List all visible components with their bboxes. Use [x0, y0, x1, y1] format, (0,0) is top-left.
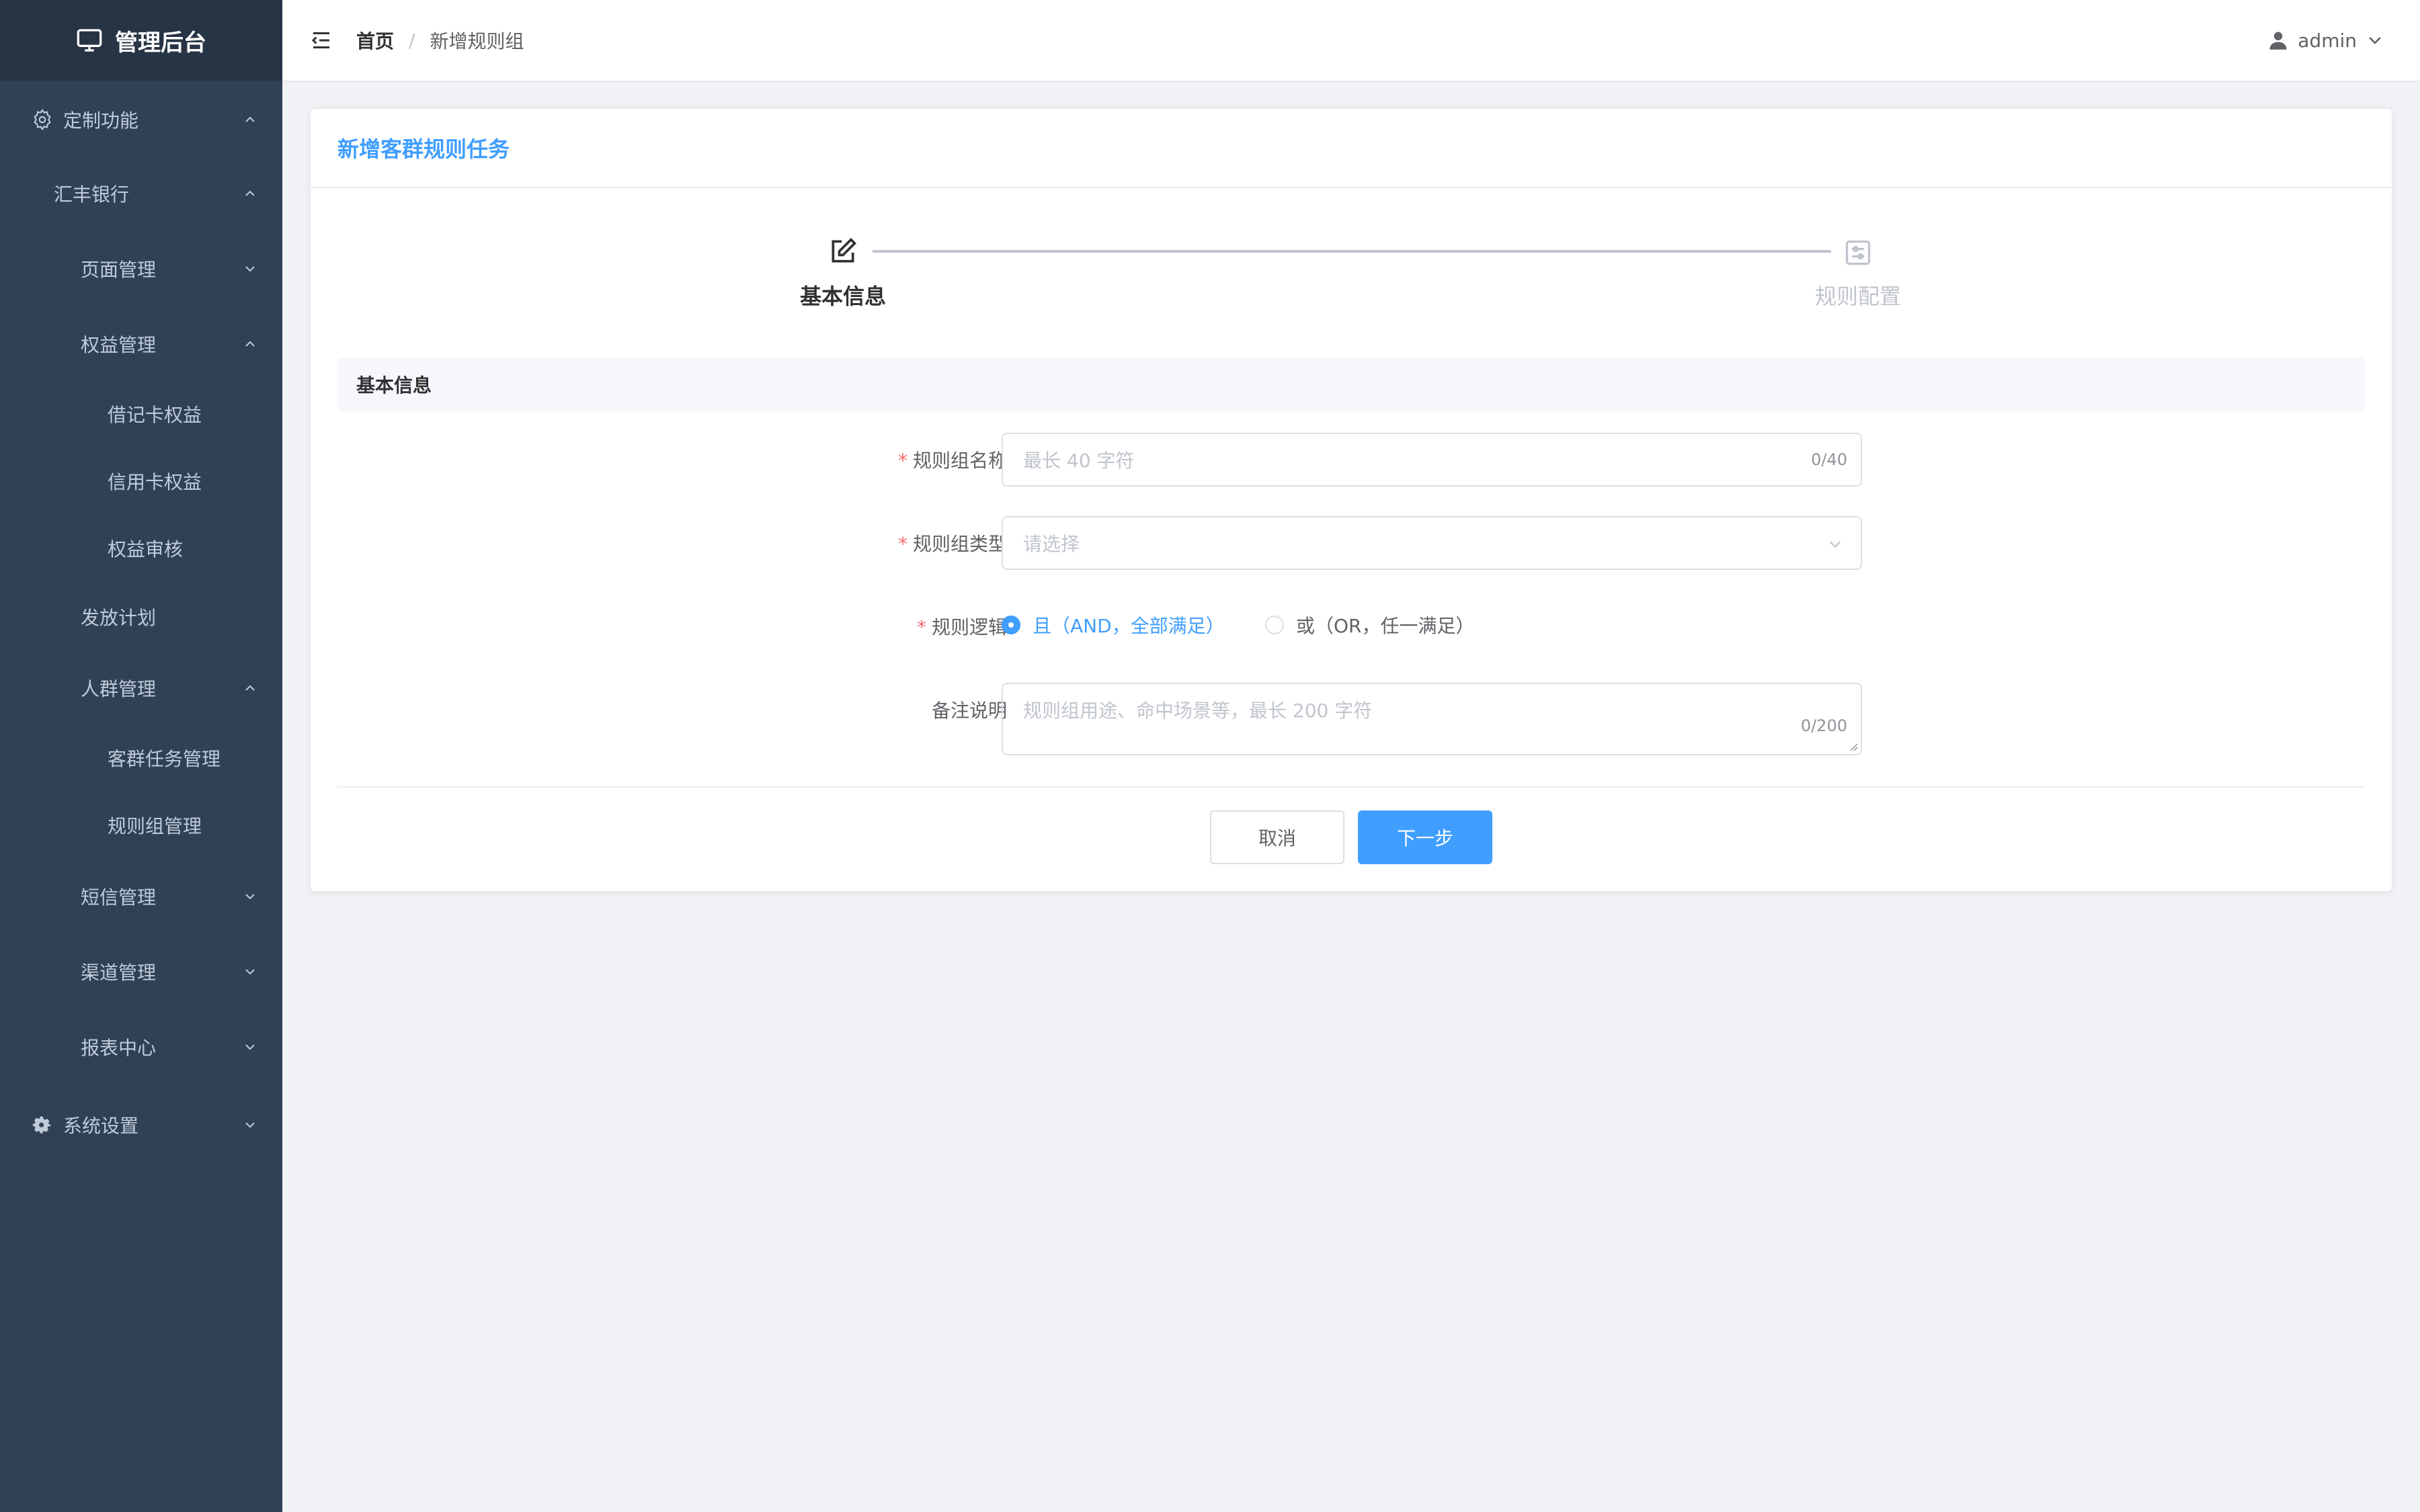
breadcrumb: 首页 / 新增规则组 — [356, 0, 524, 81]
sidebar-item-distribution-plan[interactable]: 发放计划 — [0, 591, 282, 642]
form-divider — [337, 786, 2365, 788]
cancel-button[interactable]: 取消 — [1210, 810, 1344, 864]
gear-outline-icon — [34, 108, 51, 131]
required-mark: * — [916, 616, 926, 638]
sidebar-item-rule-group-management[interactable]: 规则组管理 — [0, 800, 282, 851]
monitor-icon — [77, 29, 102, 52]
top-header: 首页 / 新增规则组 admin — [282, 0, 2420, 81]
user-icon — [2269, 32, 2287, 50]
sidebar-item-system-settings[interactable]: 系统设置 — [0, 1099, 282, 1150]
radio-dot — [1002, 616, 1020, 634]
user-menu[interactable]: admin — [2268, 0, 2393, 81]
edit-icon — [832, 237, 857, 263]
logic-radio-or[interactable]: 或（OR，任一满足） — [1265, 612, 1475, 638]
type-label: * 规则组类型 — [897, 533, 1007, 555]
gear-icon — [32, 1116, 51, 1134]
sidebar-item-report-center[interactable]: 报表中心 — [0, 1021, 282, 1073]
step-connector — [873, 250, 1831, 253]
sidebar-item-sms-management[interactable]: 短信管理 — [0, 871, 282, 922]
chevron-down-icon — [245, 266, 255, 272]
type-placeholder: 请选择 — [1023, 533, 1080, 555]
radio-dot — [1265, 616, 1284, 634]
rule-group-name-input[interactable]: 最长 40 字符 0/40 — [1002, 433, 1862, 487]
breadcrumb-current: 新增规则组 — [430, 30, 524, 52]
chevron-down-icon — [2369, 37, 2381, 44]
chevron-up-icon — [245, 190, 255, 196]
sidebar-item-debit-card-benefits[interactable]: 借记卡权益 — [0, 388, 282, 439]
sidebar-logo[interactable]: 管理后台 — [0, 0, 282, 81]
breadcrumb-home[interactable]: 首页 — [356, 27, 394, 54]
app-title: 管理后台 — [115, 29, 206, 56]
required-mark: * — [897, 450, 908, 472]
sidebar-item-channel-management[interactable]: 渠道管理 — [0, 946, 282, 997]
sidebar-item-crowd-management[interactable]: 人群管理 — [0, 663, 282, 714]
sidebar-item-benefit-review[interactable]: 权益审核 — [0, 523, 282, 574]
remark-textarea[interactable]: 规则组用途、命中场景等，最长 200 字符 0/200 — [1002, 683, 1862, 755]
hamburger-icon[interactable] — [309, 28, 333, 52]
chevron-down-icon — [245, 1122, 255, 1128]
chevron-down-icon — [245, 969, 255, 975]
step-basic-info: 基本信息 — [800, 284, 887, 309]
next-step-button[interactable]: 下一步 — [1358, 810, 1492, 864]
rule-group-type-select[interactable]: 请选择 — [1002, 516, 1862, 570]
name-char-count: 0/40 — [1811, 450, 1847, 469]
resize-grip-icon[interactable] — [1847, 741, 1858, 751]
sidebar-item-hsbc[interactable]: 汇丰银行 — [0, 168, 282, 219]
chevron-up-icon — [245, 116, 255, 122]
logic-radio-and[interactable]: 且（AND，全部满足） — [1002, 612, 1225, 638]
name-label: * 规则组名称 — [897, 450, 1007, 472]
breadcrumb-separator: / — [409, 29, 415, 52]
sidebar-item-credit-card-benefits[interactable]: 信用卡权益 — [0, 456, 282, 507]
sidebar-item-custom-features[interactable]: 定制功能 — [0, 94, 282, 145]
sidebar-item-page-management[interactable]: 页面管理 — [0, 243, 282, 294]
remark-placeholder: 规则组用途、命中场景等，最长 200 字符 — [1023, 700, 1373, 722]
config-icon — [1845, 240, 1871, 265]
sidebar-item-benefit-management[interactable]: 权益管理 — [0, 319, 282, 370]
remark-label: 备注说明 — [931, 700, 1007, 722]
sidebar-item-customer-group-tasks[interactable]: 客群任务管理 — [0, 732, 282, 784]
step-rule-config: 规则配置 — [1815, 284, 1902, 309]
form-card: 新增客群规则任务 基本信息 规则配置 基本信息 * 规则组名称 最长 40 字符 … — [311, 109, 2392, 891]
chevron-down-icon — [245, 1044, 255, 1050]
chevron-down-icon — [245, 894, 255, 900]
logic-label: * 规则逻辑 — [916, 616, 1007, 638]
chevron-up-icon — [245, 685, 255, 691]
sidebar: 管理后台 定制功能 汇丰银行 页面管理 权益管理 借记卡权益 信用卡权益 权益审… — [0, 0, 282, 1512]
chevron-up-icon — [245, 341, 255, 347]
card-title: 新增客群规则任务 — [311, 109, 2392, 188]
required-mark: * — [897, 533, 908, 555]
name-placeholder: 最长 40 字符 — [1023, 450, 1135, 472]
remark-char-count: 0/200 — [1800, 716, 1847, 735]
username: admin — [2298, 29, 2357, 52]
chevron-down-icon — [1829, 541, 1841, 548]
section-title: 基本信息 — [337, 358, 2365, 411]
